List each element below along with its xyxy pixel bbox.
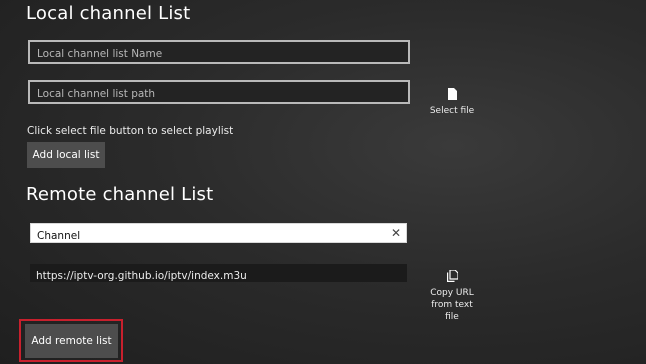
add-local-list-button[interactable]: Add local list — [27, 142, 105, 168]
copy-url-label: Copy URL from text file — [430, 288, 474, 322]
add-remote-list-button[interactable]: Add remote list — [25, 324, 118, 358]
remote-list-name-input[interactable] — [31, 227, 406, 245]
select-file-button[interactable]: Select file — [428, 88, 476, 117]
remote-list-url-field[interactable] — [30, 264, 407, 285]
local-list-path-field[interactable] — [28, 80, 410, 104]
remote-list-url-input[interactable] — [30, 267, 407, 285]
local-channel-list-heading: Local channel List — [26, 3, 191, 24]
clear-icon[interactable]: ✕ — [391, 226, 401, 240]
remote-channel-list-heading: Remote channel List — [26, 184, 214, 205]
remote-list-name-field[interactable]: ✕ — [30, 223, 407, 245]
local-list-path-input[interactable] — [30, 84, 408, 104]
local-list-name-input[interactable] — [30, 44, 408, 64]
copy-url-button[interactable]: Copy URL from text file — [428, 270, 476, 323]
select-playlist-hint: Click select file button to select playl… — [27, 125, 234, 137]
select-file-label: Select file — [429, 106, 475, 116]
local-list-name-field[interactable] — [28, 40, 410, 64]
file-icon — [447, 88, 457, 100]
copy-icon — [446, 270, 458, 282]
